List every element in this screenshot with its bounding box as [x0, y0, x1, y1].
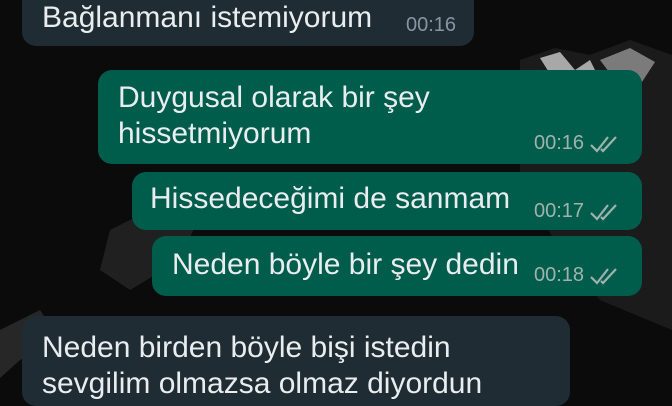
double-check-icon: [590, 267, 617, 285]
message-text-line: Neden birden böyle bişi istedin: [42, 331, 451, 364]
message-time: 00:16: [406, 14, 457, 36]
message-text-line: Duygusal olarak bir şey: [118, 81, 430, 114]
message-text-line: hissetmiyorum: [118, 117, 312, 150]
message-incoming[interactable]: Bağlanmanı istemiyorum 00:16: [22, 0, 474, 46]
message-incoming[interactable]: Neden birden böyle bişi istedin sevgilim…: [22, 316, 570, 406]
message-outgoing[interactable]: Hissedeceğimi de sanmam 00:17: [132, 172, 642, 230]
message-text: Hissedeceğimi de sanmam: [150, 182, 511, 215]
message-text-line: sevgilim olmazsa olmaz diyordun: [42, 367, 483, 400]
double-check-icon: [590, 203, 617, 221]
message-text: Neden böyle bir şey dedin: [172, 248, 519, 281]
message-time: 00:18: [534, 264, 585, 286]
message-text: Bağlanmanı istemiyorum: [42, 1, 373, 34]
message-outgoing[interactable]: Duygusal olarak bir şey hissetmiyorum 00…: [98, 70, 642, 164]
double-check-icon: [590, 135, 617, 153]
message-outgoing[interactable]: Neden böyle bir şey dedin 00:18: [152, 236, 642, 296]
message-time: 00:17: [534, 200, 585, 222]
message-time: 00:16: [534, 132, 585, 154]
